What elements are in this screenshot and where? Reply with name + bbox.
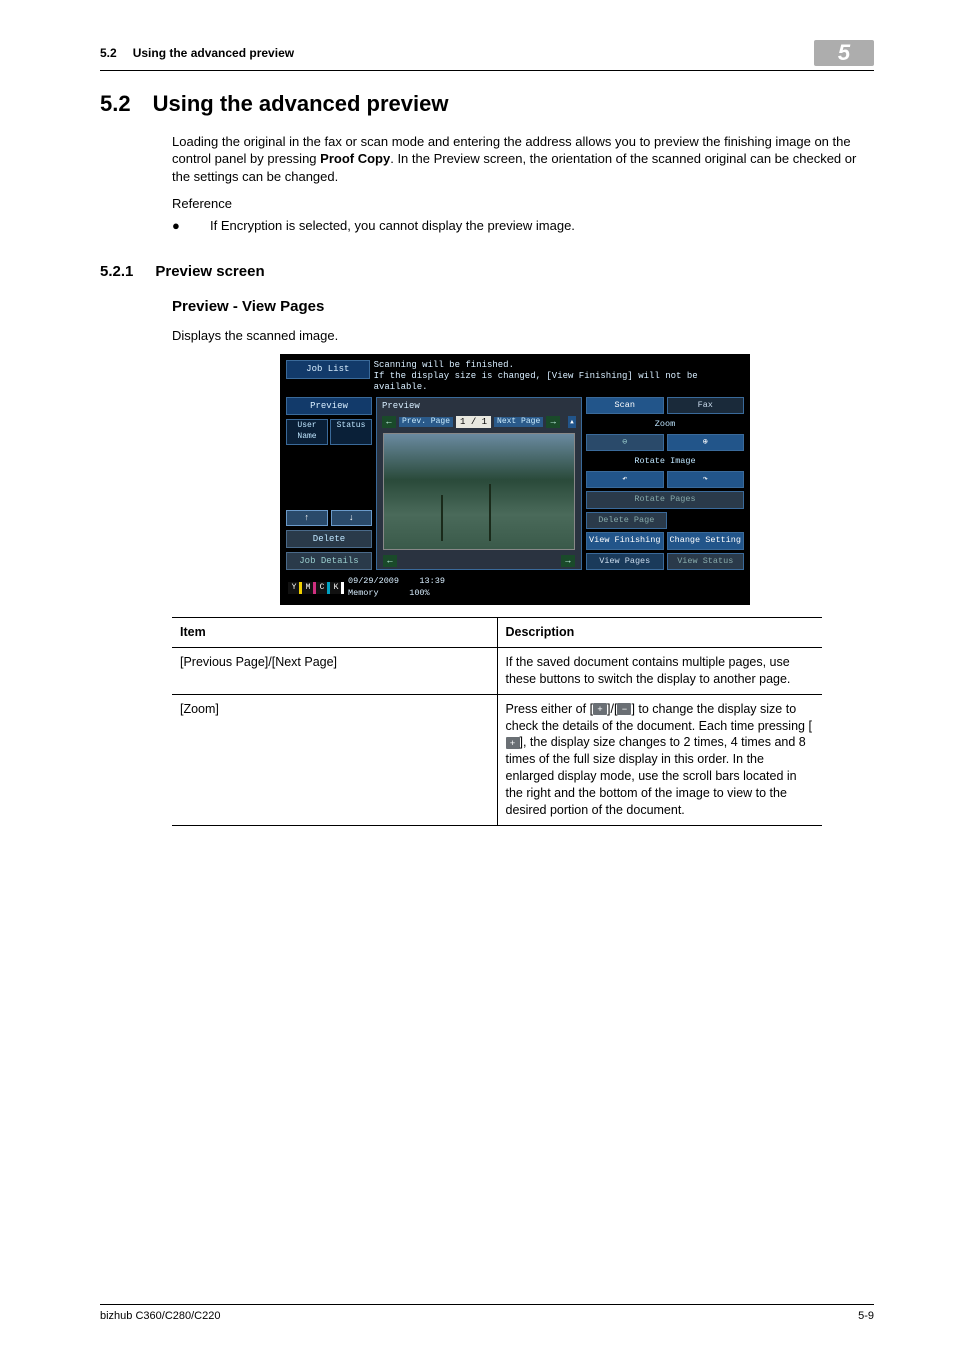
table-row: [Zoom] Press either of [+]/[−] to change…: [172, 694, 822, 825]
preview-screenshot: Job List Scanning will be finished. If t…: [280, 354, 750, 605]
job-details-button[interactable]: Job Details: [286, 552, 372, 570]
scan-button[interactable]: Scan: [586, 397, 664, 414]
footer-memory-value: 100%: [409, 588, 429, 598]
reference-label: Reference: [172, 195, 874, 213]
table-cell-item: [Previous Page]/[Next Page]: [172, 647, 497, 694]
toner-m-icon: M: [302, 582, 314, 594]
zoom-desc-part-d: ], the display size changes to 2 times, …: [506, 735, 806, 817]
bullet-icon: ●: [172, 217, 186, 235]
delete-button[interactable]: Delete: [286, 530, 372, 548]
table-row: [Previous Page]/[Next Page] If the saved…: [172, 647, 822, 694]
zoom-out-inline-icon: −: [617, 703, 631, 715]
sub-subsection-title: Preview - View Pages: [172, 297, 874, 317]
next-page-button[interactable]: Next Page: [494, 417, 543, 428]
view-status-button[interactable]: View Status: [667, 553, 745, 570]
hscroll-right-icon[interactable]: →: [561, 555, 575, 567]
footer-time: 13:39: [419, 576, 445, 586]
running-head-number: 5.2: [100, 45, 117, 61]
preview-tab[interactable]: Preview: [286, 397, 372, 415]
status-tab[interactable]: Status: [330, 419, 372, 445]
hscroll-left-icon[interactable]: ←: [383, 555, 397, 567]
delete-page-button[interactable]: Delete Page: [586, 512, 667, 529]
job-list-button[interactable]: Job List: [286, 360, 370, 378]
intro-paragraph: Loading the original in the fax or scan …: [172, 133, 874, 186]
next-arrow-icon[interactable]: →: [546, 416, 560, 428]
table-cell-desc: Press either of [+]/[−] to change the di…: [497, 694, 822, 825]
rotate-left-icon: ↶: [622, 474, 627, 485]
zoom-in-icon: ⊕: [703, 437, 708, 448]
prev-page-button[interactable]: Prev. Page: [399, 417, 453, 428]
user-name-label: User Name: [286, 419, 328, 445]
zoom-in-button[interactable]: ⊕: [667, 434, 745, 451]
vscroll-up-icon[interactable]: ▴: [568, 416, 576, 428]
footer-page-number: 5-9: [858, 1309, 874, 1324]
zoom-desc-part-b: ]/[: [607, 702, 617, 716]
page-counter: 1 / 1: [456, 416, 491, 428]
footer-memory-label: Memory: [348, 588, 379, 598]
zoom-out-icon: ⊖: [622, 437, 627, 448]
rotate-right-button[interactable]: ↷: [667, 471, 745, 488]
status-message-line2: If the display size is changed, [View Fi…: [374, 371, 744, 393]
rotate-right-icon: ↷: [703, 474, 708, 485]
section-number: 5.2: [100, 89, 131, 119]
bullet-text: If Encryption is selected, you cannot di…: [210, 217, 575, 235]
scroll-down-button[interactable]: ↓: [331, 510, 373, 526]
prev-arrow-icon[interactable]: ←: [382, 416, 396, 428]
toner-y-icon: Y: [288, 582, 300, 594]
rotate-pages-button[interactable]: Rotate Pages: [586, 491, 744, 508]
toner-c-icon: C: [316, 582, 328, 594]
view-finishing-button[interactable]: View Finishing: [586, 532, 664, 549]
description-table: Item Description [Previous Page]/[Next P…: [172, 617, 822, 826]
zoom-in-inline-icon: +: [593, 703, 607, 715]
subsection-title: Preview screen: [155, 262, 264, 282]
footer-model: bizhub C360/C280/C220: [100, 1309, 220, 1324]
zoom-desc-part-a: Press either of [: [506, 702, 594, 716]
running-head-title: Using the advanced preview: [133, 45, 294, 61]
zoom-out-button[interactable]: ⊖: [586, 434, 664, 451]
subsection-number: 5.2.1: [100, 262, 133, 282]
rotate-left-button[interactable]: ↶: [586, 471, 664, 488]
table-cell-desc: If the saved document contains multiple …: [497, 647, 822, 694]
view-pages-button[interactable]: View Pages: [586, 553, 664, 570]
section-title: Using the advanced preview: [153, 89, 449, 119]
preview-panel-title: Preview: [377, 398, 581, 414]
rotate-image-label: Rotate Image: [586, 454, 744, 467]
table-cell-item: [Zoom]: [172, 694, 497, 825]
table-header-item: Item: [172, 618, 497, 648]
proof-copy-bold: Proof Copy: [320, 151, 390, 166]
scroll-up-button[interactable]: ↑: [286, 510, 328, 526]
change-setting-button[interactable]: Change Setting: [667, 532, 745, 549]
chapter-number-tab: 5: [814, 40, 874, 66]
table-header-description: Description: [497, 618, 822, 648]
toner-k-icon: K: [330, 582, 342, 594]
header-rule: [100, 70, 874, 71]
status-message-line1: Scanning will be finished.: [374, 360, 744, 371]
preview-image: [383, 433, 575, 550]
sub-subsection-desc: Displays the scanned image.: [172, 327, 874, 345]
fax-button[interactable]: Fax: [667, 397, 745, 414]
footer-date: 09/29/2009: [348, 576, 399, 586]
zoom-in-inline-icon-2: +: [506, 737, 520, 749]
zoom-label: Zoom: [586, 417, 744, 430]
toner-levels: Y M C K: [288, 582, 342, 594]
